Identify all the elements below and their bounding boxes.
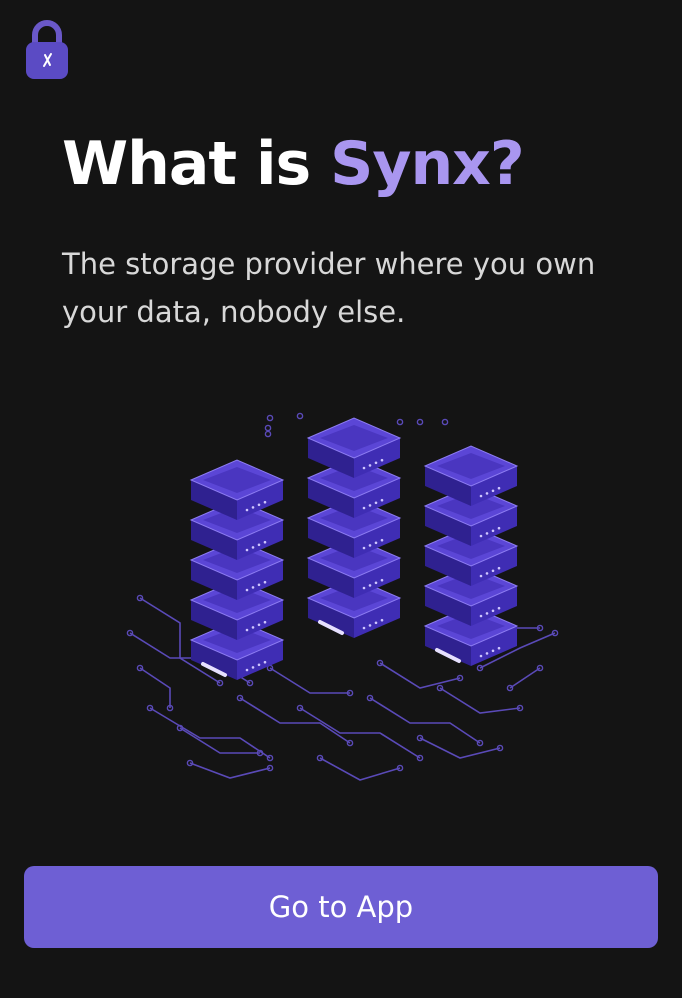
page-subtitle: The storage provider where you own your …: [62, 247, 596, 329]
server-stack-illustration: [120, 408, 570, 798]
title-prefix: What is: [62, 129, 331, 199]
title-accent: Synx?: [330, 129, 525, 199]
lock-logo-icon: [26, 18, 68, 80]
go-to-app-button[interactable]: Go to App: [24, 866, 658, 948]
page-title: What is Synx?: [62, 128, 525, 200]
